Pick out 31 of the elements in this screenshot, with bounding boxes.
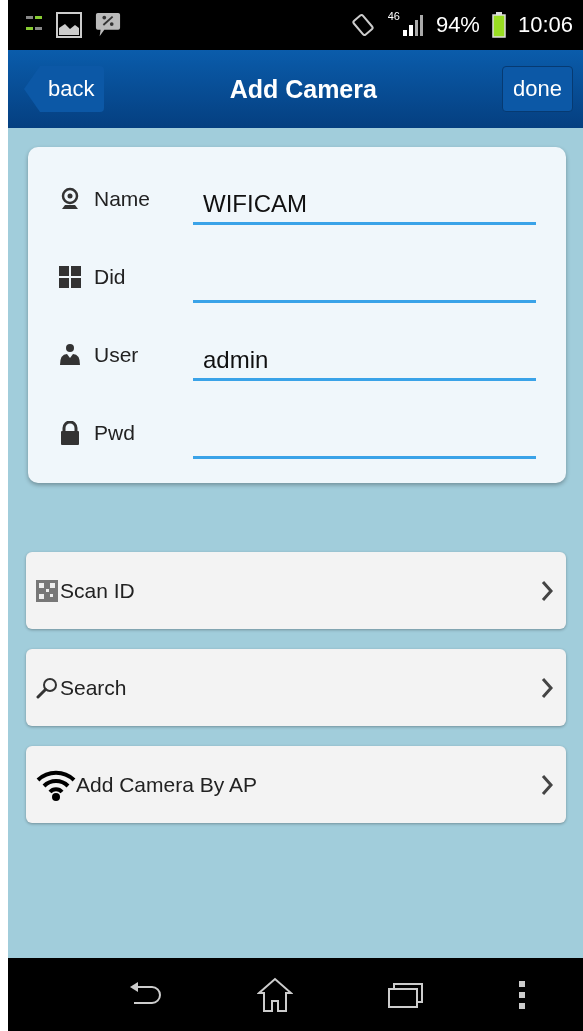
input-field[interactable]: admin <box>193 346 536 381</box>
menu-item[interactable]: Search <box>26 649 566 726</box>
home-icon[interactable] <box>256 976 293 1013</box>
chevron-icon <box>540 578 554 603</box>
field-label: Pwd <box>94 421 135 445</box>
message-icon <box>94 12 122 38</box>
menu-item[interactable]: Add Camera By AP <box>26 746 566 823</box>
search-icon <box>36 676 58 699</box>
lock-icon <box>58 421 82 445</box>
chevron-icon <box>540 675 554 700</box>
overflow-menu-icon[interactable] <box>519 980 526 1009</box>
field-label: User <box>94 343 139 367</box>
image-icon <box>56 12 82 38</box>
screen-title: Add Camera <box>229 74 377 104</box>
chevron-icon <box>540 772 554 797</box>
battery-percent: 94% <box>435 12 480 38</box>
clock-time: 10:06 <box>517 12 573 38</box>
input-field[interactable]: WIFICAM <box>193 190 536 225</box>
battery-icon <box>491 12 506 38</box>
grid-icon <box>58 265 82 289</box>
back-button[interactable]: back <box>24 66 105 112</box>
signal-icon <box>401 12 424 38</box>
recent-apps-icon[interactable] <box>388 980 425 1009</box>
field-label: Name <box>94 187 151 211</box>
network-type: 46 <box>387 10 400 22</box>
field-label: Did <box>94 265 126 289</box>
user-icon <box>58 343 82 367</box>
qr-code-icon <box>36 579 58 602</box>
done-button[interactable]: done <box>502 66 573 112</box>
wifi-icon <box>36 768 76 801</box>
menu-item[interactable]: Scan ID <box>26 552 566 629</box>
